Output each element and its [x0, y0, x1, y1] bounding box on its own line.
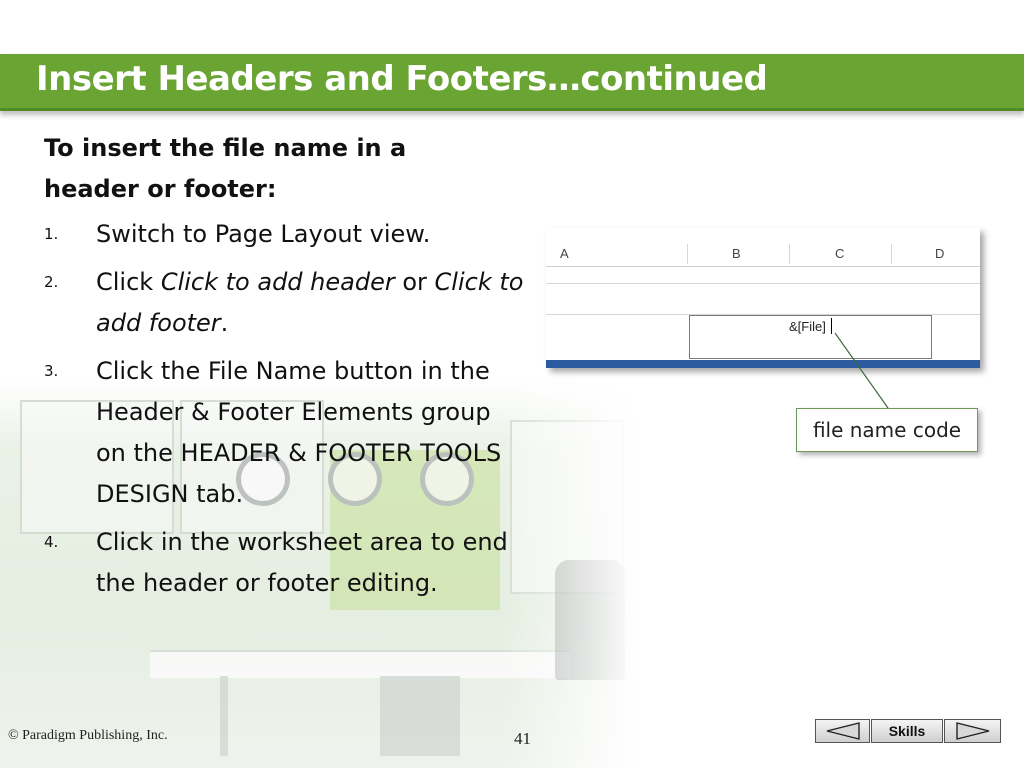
callout-leader-line — [834, 332, 889, 409]
copyright-text: © Paradigm Publishing, Inc. — [8, 728, 168, 743]
page-number: 41 — [514, 729, 531, 748]
callout-label: file name code — [796, 408, 978, 452]
triangle-right-icon — [955, 722, 989, 740]
previous-button[interactable] — [815, 719, 870, 743]
next-button[interactable] — [944, 719, 1001, 743]
slide-navigation: Skills — [815, 719, 1001, 745]
triangle-left-icon — [826, 722, 860, 740]
skills-button[interactable]: Skills — [871, 719, 943, 743]
